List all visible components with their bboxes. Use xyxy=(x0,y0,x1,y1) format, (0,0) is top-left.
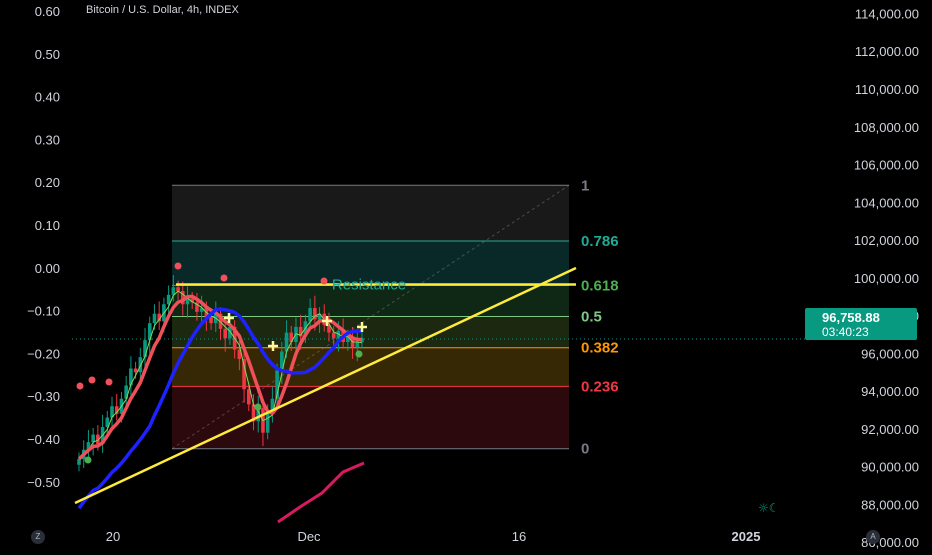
bar-countdown: 03:40:23 xyxy=(822,325,869,339)
auto-scale-button[interactable]: A xyxy=(866,530,880,544)
candle-body xyxy=(355,342,360,348)
left-axis-tick-label: −0.20 xyxy=(27,346,60,361)
right-axis-tick-label: 94,000.00 xyxy=(861,384,919,399)
candle-body xyxy=(242,359,246,390)
left-axis-tick-label: 0.50 xyxy=(35,47,60,62)
sell-signal-dot xyxy=(88,376,96,384)
fib-level-label: 0 xyxy=(581,441,589,458)
x-axis-tick-label: 2025 xyxy=(732,529,761,544)
right-axis-tick-label: 114,000.00 xyxy=(855,6,919,21)
candle-body xyxy=(308,308,312,322)
candle-body xyxy=(133,368,138,373)
sell-signal-dot xyxy=(220,274,228,282)
left-axis-tick-label: 0.10 xyxy=(35,218,60,233)
right-axis-tick-label: 106,000.00 xyxy=(854,158,919,173)
last-price-value: 96,758.88 xyxy=(822,310,880,325)
candle-body xyxy=(223,328,228,339)
last-price-tag: 96,758.88 03:40:23 xyxy=(805,308,917,340)
x-axis-tick-label: 16 xyxy=(512,529,526,544)
right-axis-tick-label: 96,000.00 xyxy=(861,346,919,361)
fib-level-label: 1 xyxy=(581,177,589,194)
indicator-line xyxy=(277,461,365,524)
fib-level-label: 0.236 xyxy=(581,378,619,395)
fib-zone xyxy=(172,386,569,449)
candle-body xyxy=(209,317,213,324)
candle-body xyxy=(91,434,95,443)
sell-signal-dot xyxy=(76,382,84,390)
fib-level-label: 0.382 xyxy=(581,340,619,357)
chart-title: Bitcoin / U.S. Dollar, 4h, INDEX xyxy=(86,4,239,16)
resistance-label: Resistance xyxy=(332,276,406,293)
left-axis-tick-label: 0.60 xyxy=(35,4,60,19)
right-axis-tick-label: 104,000.00 xyxy=(854,195,919,210)
candle-body xyxy=(143,340,147,358)
right-axis-tick-label: 92,000.00 xyxy=(861,422,919,437)
candle-body xyxy=(176,287,180,292)
fib-level-label: 0.786 xyxy=(581,233,619,250)
left-axis-tick-label: 0.00 xyxy=(35,261,60,276)
sell-signal-dot xyxy=(174,262,182,270)
left-axis-tick-label: −0.40 xyxy=(27,432,60,447)
right-axis-tick-label: 110,000.00 xyxy=(855,82,919,97)
x-axis-tick-label: 20 xyxy=(106,529,120,544)
sell-signal-dot xyxy=(105,378,113,386)
fib-level-label: 0.5 xyxy=(581,309,602,326)
left-axis-tick-label: 0.30 xyxy=(35,132,60,147)
right-axis-tick-label: 88,000.00 xyxy=(861,497,919,512)
buy-signal-dot xyxy=(355,350,363,358)
left-axis-tick-label: −0.50 xyxy=(27,475,60,490)
left-axis-tick-label: 0.20 xyxy=(35,175,60,190)
candle-body xyxy=(152,313,157,324)
timezone-button[interactable]: Z xyxy=(31,530,45,544)
right-axis-tick-label: 108,000.00 xyxy=(854,120,919,135)
fib-level-label: 0.618 xyxy=(581,277,619,294)
left-axis-tick-label: −0.30 xyxy=(27,389,60,404)
candle-body xyxy=(331,332,336,339)
price-chart[interactable]: 0.600.500.400.300.200.100.00−0.10−0.20−0… xyxy=(0,0,932,550)
buy-signal-dot xyxy=(254,403,262,411)
right-axis-tick-label: 112,000.00 xyxy=(855,44,919,59)
fib-zone xyxy=(172,347,569,387)
sell-signal-dot xyxy=(320,277,328,285)
candle-body xyxy=(265,413,270,433)
chart-root: 0.60 0.50 0.40 0.30 0.20 0.10 0.00 −0.10 −0.20 −0… xyxy=(0,0,932,550)
buy-signal-dot xyxy=(84,456,92,464)
right-axis-tick-label: 100,000.00 xyxy=(854,271,919,286)
right-axis-tick-label: 102,000.00 xyxy=(854,233,919,248)
x-axis-tick-label: Dec xyxy=(297,529,321,544)
left-axis-tick-label: −0.10 xyxy=(27,304,60,319)
sun-moon-icon: ☼☾ xyxy=(758,501,780,515)
fib-zone xyxy=(172,185,569,242)
left-axis-tick-label: 0.40 xyxy=(35,90,60,105)
candle-body xyxy=(138,357,143,373)
right-axis-tick-label: 90,000.00 xyxy=(861,460,919,475)
